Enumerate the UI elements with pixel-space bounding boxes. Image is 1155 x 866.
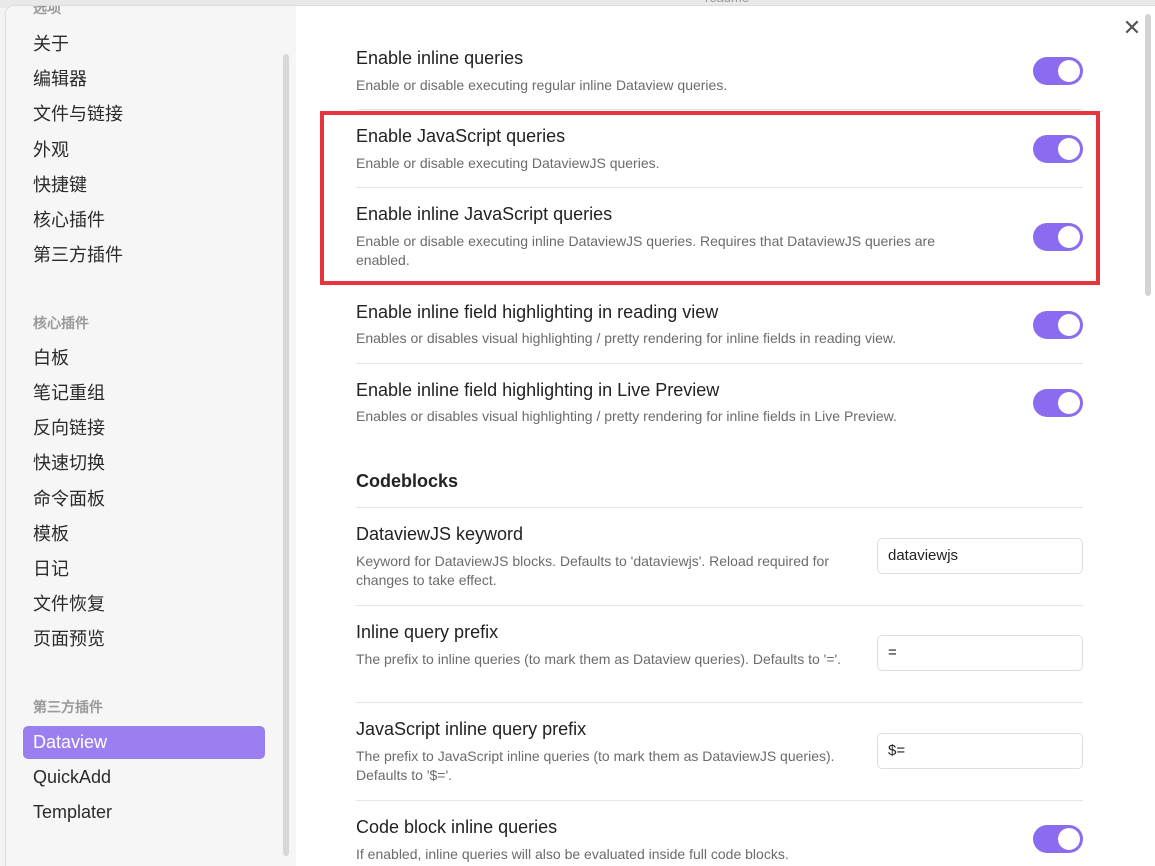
close-icon[interactable]: ✕ [1120, 16, 1144, 40]
sidebar-item-dataview[interactable]: Dataview [23, 726, 265, 759]
sidebar-item-about[interactable]: 关于 [23, 28, 265, 61]
sidebar-scrollbar[interactable] [283, 54, 289, 856]
settings-sidebar: 选项 关于 编辑器 文件与链接 外观 快捷键 核心插件 第三方插件 核心插件 白… [6, 6, 297, 866]
setting-description: Enable or disable executing DataviewJS q… [356, 155, 660, 171]
sidebar-item-note-composer[interactable]: 笔记重组 [23, 377, 265, 410]
sidebar-item-page-preview[interactable]: 页面预览 [23, 623, 265, 656]
sidebar-item-appearance[interactable]: 外观 [23, 134, 265, 167]
setting-description: Enable or disable executing inline Datav… [356, 233, 935, 268]
sidebar-item-editor[interactable]: 编辑器 [23, 63, 265, 96]
code-block-inline-queries-toggle[interactable] [1033, 825, 1083, 853]
sidebar-item-backlinks[interactable]: 反向链接 [23, 412, 265, 445]
sidebar-item-templates[interactable]: 模板 [23, 518, 265, 551]
divider [356, 605, 1083, 606]
sidebar-item-hotkeys[interactable]: 快捷键 [23, 169, 265, 202]
sidebar-item-community-plugins[interactable]: 第三方插件 [23, 239, 265, 272]
toggle-knob [1058, 226, 1080, 248]
divider [356, 702, 1083, 703]
sidebar-item-core-plugins[interactable]: 核心插件 [23, 204, 265, 237]
divider [356, 507, 1083, 508]
setting-title: Enable inline JavaScript queries [356, 204, 613, 224]
toggle-knob [1058, 392, 1080, 414]
setting-description: Enables or disables visual highlighting … [356, 408, 897, 424]
setting-title: Code block inline queries [356, 817, 558, 837]
sidebar-heading-community: 第三方插件 [33, 699, 103, 715]
setting-description: Enables or disables visual highlighting … [356, 330, 897, 346]
sidebar-item-daily-notes[interactable]: 日记 [23, 553, 265, 586]
section-heading-codeblocks: Codeblocks [356, 471, 459, 491]
sidebar-heading-options: 选项 [33, 6, 61, 16]
sidebar-item-file-recovery[interactable]: 文件恢复 [23, 588, 265, 621]
javascript-queries-toggle[interactable] [1033, 135, 1083, 163]
sidebar-item-quick-switcher[interactable]: 快速切换 [23, 447, 265, 480]
setting-title: JavaScript inline query prefix [356, 719, 587, 739]
sidebar-item-canvas[interactable]: 白板 [23, 342, 265, 375]
background-note-title: readme [705, 0, 749, 5]
setting-description: Enable or disable executing regular inli… [356, 77, 728, 93]
setting-description: Keyword for DataviewJS blocks. Defaults … [356, 553, 830, 588]
sidebar-item-files-links[interactable]: 文件与链接 [23, 98, 265, 131]
setting-description: The prefix to inline queries (to mark th… [356, 651, 842, 667]
content-scrollbar[interactable] [1145, 14, 1151, 296]
toggle-knob [1058, 828, 1080, 850]
inline-javascript-queries-toggle[interactable] [1033, 223, 1083, 251]
sidebar-item-templater[interactable]: Templater [23, 796, 265, 829]
inline-queries-toggle[interactable] [1033, 57, 1083, 85]
sidebar-item-quickadd[interactable]: QuickAdd [23, 761, 265, 794]
setting-title: Enable inline field highlighting in read… [356, 302, 719, 322]
settings-modal: 选项 关于 编辑器 文件与链接 外观 快捷键 核心插件 第三方插件 核心插件 白… [6, 6, 1155, 866]
field-highlight-live-preview-toggle[interactable] [1033, 389, 1083, 417]
setting-description: If enabled, inline queries will also be … [356, 846, 789, 862]
inline-query-prefix-input[interactable]: = [877, 635, 1083, 671]
setting-description: The prefix to JavaScript inline queries … [356, 748, 835, 783]
field-highlight-reading-toggle[interactable] [1033, 311, 1083, 339]
toggle-knob [1058, 60, 1080, 82]
javascript-inline-prefix-input[interactable]: $= [877, 733, 1083, 769]
setting-title: Enable JavaScript queries [356, 126, 566, 146]
setting-title: Enable inline field highlighting in Live… [356, 380, 720, 400]
dataviewjs-keyword-input[interactable]: dataviewjs [877, 538, 1083, 574]
toggle-knob [1058, 138, 1080, 160]
divider [356, 363, 1083, 364]
divider [356, 800, 1083, 801]
settings-content: ✕ Enable inline queries Enable or disabl… [296, 6, 1155, 866]
setting-title: Enable inline queries [356, 48, 524, 68]
divider [356, 187, 1083, 188]
sidebar-item-command-palette[interactable]: 命令面板 [23, 483, 265, 516]
setting-title: Inline query prefix [356, 622, 499, 642]
sidebar-heading-core: 核心插件 [33, 315, 89, 331]
toggle-knob [1058, 314, 1080, 336]
divider [356, 109, 1083, 110]
setting-title: DataviewJS keyword [356, 524, 524, 544]
